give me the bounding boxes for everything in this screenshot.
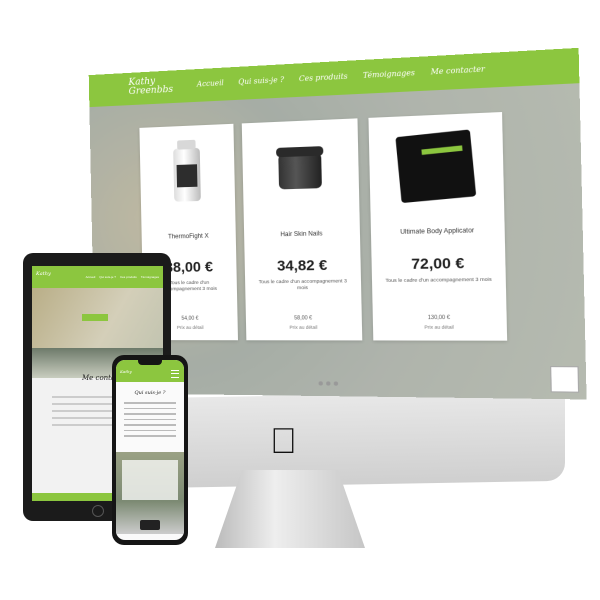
product-image (139, 124, 235, 224)
carousel-dots (319, 381, 339, 385)
product-image (242, 118, 360, 221)
nav-item-temoignages[interactable]: Témoignages (363, 69, 415, 80)
ipad-home-button[interactable] (92, 505, 104, 517)
jar-image (278, 152, 322, 189)
ipad-navbar: Kathy Accueil Qui suis-je ? Ces produits… (32, 266, 163, 288)
iphone-hero-card (122, 460, 178, 500)
nav-item-accueil[interactable]: Accueil (197, 79, 224, 89)
site-logo[interactable]: Kathy Greenbbs (128, 77, 173, 98)
product-card[interactable]: Hair Skin Nails 34,82 € Tous le cadre d'… (242, 118, 363, 340)
product-price: 34,82 € (245, 256, 361, 274)
product-retail-label: Prix au détail (373, 324, 507, 330)
ipad-logo[interactable]: Kathy (36, 271, 51, 277)
carousel-dot[interactable] (326, 381, 330, 385)
ipad-hero (32, 288, 163, 348)
product-name: Ultimate Body Applicator (371, 227, 505, 236)
pouch-image (395, 129, 476, 203)
iphone-product-image (140, 520, 160, 530)
product-name: ThermoFight X (142, 233, 236, 241)
iphone-text-lines (124, 402, 176, 441)
product-description: Tous le cadre d'un accompagnement 3 mois (245, 279, 361, 293)
ipad-nav-item[interactable]: Accueil (86, 275, 96, 279)
badge-icon[interactable] (550, 366, 579, 393)
iphone-hero (116, 452, 184, 534)
product-card[interactable]: Ultimate Body Applicator 72,00 € Tous le… (368, 112, 507, 341)
nav-item-produits[interactable]: Ces produits (299, 72, 348, 83)
nav-item-contact[interactable]: Me contacter (431, 65, 485, 76)
product-retail-price: 130,00 € (373, 315, 507, 322)
product-description: Tous le cadre d'un accompagnement 3 mois (372, 277, 506, 285)
nav-item-qui-suis-je[interactable]: Qui suis-je ? (238, 76, 284, 87)
ipad-menu: Accueil Qui suis-je ? Ces produits Témoi… (86, 275, 159, 279)
iphone-section-title: Qui suis-je ? (116, 390, 184, 396)
product-retail-label: Prix au détail (246, 325, 362, 330)
carousel-dot[interactable] (334, 381, 338, 385)
product-image (368, 112, 504, 218)
iphone-notch (138, 360, 162, 365)
product-retail-price: 58,00 € (246, 315, 362, 322)
iphone-device: Kathy Qui suis-je ? (112, 355, 188, 545)
hamburger-menu-icon[interactable] (171, 370, 179, 378)
carousel-dot[interactable] (319, 381, 323, 385)
ipad-nav-item[interactable]: Témoignages (141, 275, 159, 279)
ipad-nav-item[interactable]: Qui suis-je ? (99, 275, 116, 279)
bottle-image (173, 147, 201, 201)
logo-line-2: Greenbbs (129, 86, 174, 97)
ipad-cta-button[interactable] (82, 314, 108, 321)
iphone-logo[interactable]: Kathy (120, 369, 132, 374)
ipad-nav-item[interactable]: Ces produits (120, 275, 137, 279)
apple-logo-icon:  (270, 420, 297, 462)
product-price: 72,00 € (371, 254, 505, 273)
product-name: Hair Skin Nails (244, 230, 360, 239)
site-menu: Accueil Qui suis-je ? Ces produits Témoi… (197, 65, 485, 89)
iphone-screen: Kathy Qui suis-je ? (116, 360, 184, 540)
